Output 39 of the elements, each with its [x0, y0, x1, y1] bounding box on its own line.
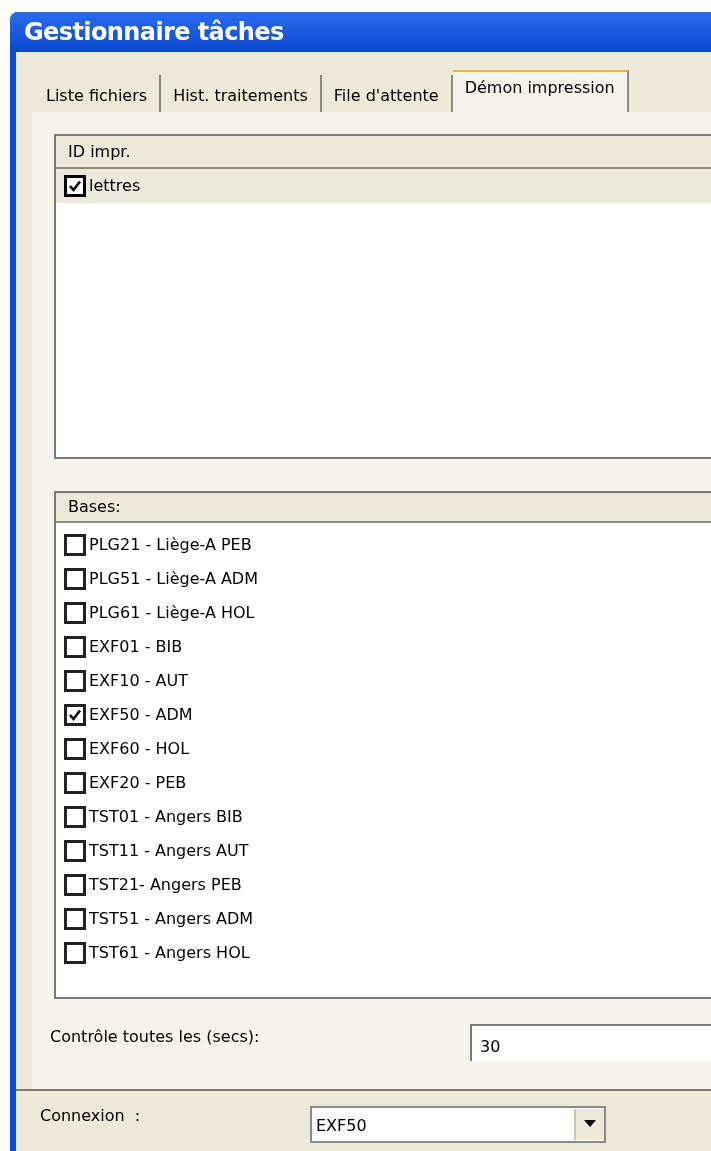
row-label: TST21- Angers PEB	[89, 874, 242, 896]
checkbox[interactable]	[64, 908, 86, 930]
checkmark-icon	[68, 708, 82, 722]
column-header: ID impr.	[56, 136, 711, 169]
checkbox[interactable]	[64, 738, 86, 760]
connection-label: Connexion :	[40, 1105, 142, 1127]
row-label: EXF50 - ADM	[89, 704, 193, 726]
tab[interactable]: Démon impression	[452, 70, 629, 112]
checkbox[interactable]	[64, 704, 86, 726]
row-label: PLG51 - Liège-A ADM	[89, 568, 258, 590]
checkbox[interactable]	[64, 806, 86, 828]
checkbox[interactable]	[64, 636, 86, 658]
connection-dropdown[interactable]: EXF50	[310, 1105, 606, 1143]
row-label: TST51 - Angers ADM	[89, 908, 254, 930]
checkbox[interactable]	[64, 670, 86, 692]
row-label: EXF60 - HOL	[89, 738, 190, 760]
row-label: EXF01 - BIB	[89, 636, 183, 658]
checkbox[interactable]	[64, 772, 86, 794]
checkbox[interactable]	[64, 534, 86, 556]
column-header: Bases:	[56, 493, 711, 523]
interval-label: Contrôle toutes les (secs):	[50, 1026, 261, 1048]
interval-field[interactable]: 30	[470, 1023, 711, 1061]
row-label: TST61 - Angers HOL	[89, 942, 250, 964]
row-label: TST01 - Angers BIB	[89, 806, 243, 828]
checkbox[interactable]	[64, 175, 86, 197]
list-row[interactable]: lettres	[56, 169, 711, 203]
row-label: TST11 - Angers AUT	[89, 840, 249, 862]
checkbox[interactable]	[64, 874, 86, 896]
row-label: EXF10 - AUT	[89, 670, 188, 692]
window-title: Gestionnaire tâches	[24, 17, 284, 48]
row-label: PLG21 - Liège-A PEB	[89, 534, 252, 556]
checkmark-icon	[68, 179, 82, 193]
checkbox[interactable]	[64, 942, 86, 964]
checkbox[interactable]	[64, 840, 86, 862]
checkbox[interactable]	[64, 568, 86, 590]
row-label: PLG61 - Liège-A HOL	[89, 602, 255, 624]
row-label: lettres	[89, 175, 141, 197]
row-label: EXF20 - PEB	[89, 772, 187, 794]
checkbox[interactable]	[64, 602, 86, 624]
